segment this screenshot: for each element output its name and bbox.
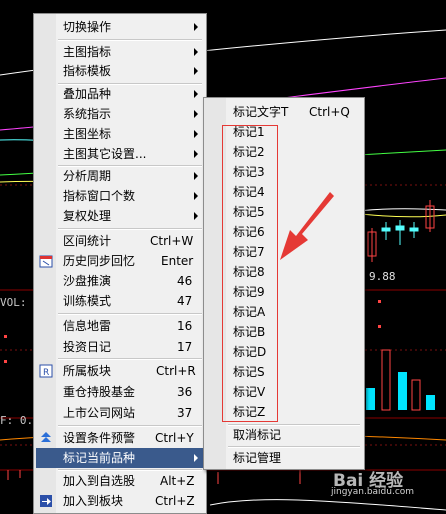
submenu-arrow-icon	[194, 454, 198, 462]
annotation-arrow-icon	[280, 192, 334, 260]
svg-text:R: R	[43, 368, 49, 378]
menu-item-rights-adjustment[interactable]: 复权处理	[36, 206, 204, 226]
menu-item-investment-diary[interactable]: 投资日记 17	[36, 337, 204, 357]
menu-separator	[58, 39, 202, 41]
menu-item-mark-current-product[interactable]: 标记当前品种	[36, 448, 204, 468]
submenu-item-mark-text[interactable]: 标记文字T Ctrl+Q	[206, 102, 362, 122]
r-box-icon: R	[39, 364, 53, 378]
menu-item-indicator-template[interactable]: 指标模板	[36, 61, 204, 81]
submenu-arrow-icon	[194, 150, 198, 158]
menu-item-overlay-product[interactable]: 叠加品种	[36, 84, 204, 104]
submenu-arrow-icon	[194, 172, 198, 180]
submenu-arrow-icon	[194, 90, 198, 98]
menu-item-heavy-holding-funds[interactable]: 重仓持股基金 36	[36, 382, 204, 402]
submenu-arrow-icon	[194, 212, 198, 220]
menu-item-belonging-sector[interactable]: R 所属板块 Ctrl+R	[36, 361, 204, 381]
add-to-block-icon	[40, 495, 52, 507]
menu-item-analysis-period[interactable]: 分析周期	[36, 166, 204, 186]
menu-separator	[58, 313, 202, 315]
menu-item-history-sync[interactable]: 历史同步回忆 Enter	[36, 251, 204, 271]
menu-item-main-coordinate[interactable]: 主图坐标	[36, 124, 204, 144]
main-context-menu: 切换操作 主图指标 指标模板 叠加品种 系统指示 主图坐标 主图其它设置... …	[33, 13, 207, 514]
submenu-arrow-icon	[194, 48, 198, 56]
menu-item-training-mode[interactable]: 训练模式 47	[36, 291, 204, 311]
submenu-arrow-icon	[194, 110, 198, 118]
menu-item-switch-operation[interactable]: 切换操作	[36, 17, 204, 37]
submenu-arrow-icon	[194, 23, 198, 31]
menu-separator	[58, 228, 202, 230]
submenu-item-cancel-mark[interactable]: 取消标记	[206, 425, 362, 445]
menu-item-company-website[interactable]: 上市公司网站 37	[36, 403, 204, 423]
calendar-icon	[39, 255, 53, 268]
menu-item-indicator-window-count[interactable]: 指标窗口个数	[36, 186, 204, 206]
menu-item-system-indicator[interactable]: 系统指示	[36, 104, 204, 124]
menu-item-info-mine[interactable]: 信息地雷 16	[36, 316, 204, 336]
price-label: 9.88	[369, 270, 396, 283]
menu-separator	[58, 425, 202, 427]
submenu-arrow-icon	[194, 192, 198, 200]
submenu-item-mark-management[interactable]: 标记管理	[206, 448, 362, 468]
menu-item-interval-stats[interactable]: 区间统计 Ctrl+W	[36, 231, 204, 251]
menu-item-sandbox[interactable]: 沙盘推演 46	[36, 271, 204, 291]
menu-item-add-to-watchlist[interactable]: 加入到自选股 Alt+Z	[36, 471, 204, 491]
menu-item-condition-alert[interactable]: 设置条件预警 Ctrl+Y	[36, 428, 204, 448]
submenu-arrow-icon	[194, 67, 198, 75]
menu-item-main-other-settings[interactable]: 主图其它设置...	[36, 144, 204, 164]
menu-separator	[58, 358, 202, 360]
menu-item-main-indicator[interactable]: 主图指标	[36, 42, 204, 62]
alert-arrows-icon	[41, 432, 51, 442]
annotation-highlight-box	[222, 125, 278, 422]
watermark-url: jingyan.baidu.com	[331, 487, 415, 497]
submenu-arrow-icon	[194, 130, 198, 138]
menu-item-add-to-block[interactable]: 加入到板块 Ctrl+Z	[36, 491, 204, 511]
